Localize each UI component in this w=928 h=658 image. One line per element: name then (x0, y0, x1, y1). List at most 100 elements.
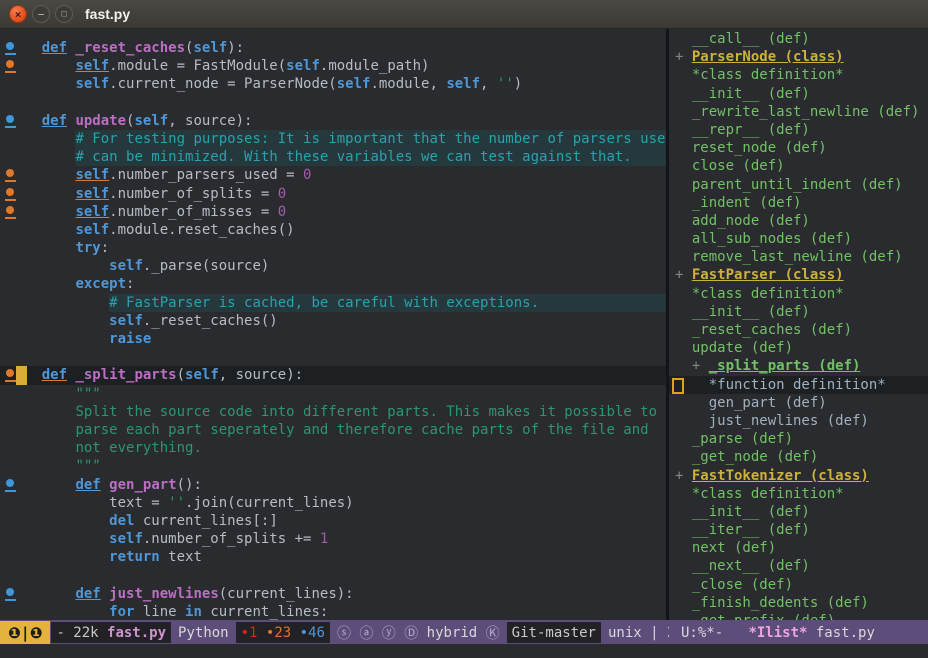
code-line[interactable]: def _reset_caches(self): (0, 39, 666, 57)
imenu-entry[interactable]: *class definition* (669, 485, 928, 503)
imenu-entry[interactable]: remove_last_newline (def) (669, 248, 928, 266)
imenu-entry[interactable]: all_sub_nodes (def) (669, 230, 928, 248)
imenu-entry[interactable]: + FastParser (class) (669, 266, 928, 284)
imenu-entry[interactable]: _get_prefix (def) (669, 612, 928, 620)
imenu-entry[interactable]: + _split_parts (def) (669, 357, 928, 375)
code-token: (current_lines): (219, 585, 354, 603)
imenu-entry[interactable]: __init__ (def) (669, 85, 928, 103)
imenu-entry[interactable]: reset_node (def) (669, 139, 928, 157)
imenu-entry[interactable]: *class definition* (669, 285, 928, 303)
code-line[interactable]: def update(self, source): (0, 112, 666, 130)
window-title: fast.py (85, 6, 130, 22)
imenu-entry[interactable]: just_newlines (def) (669, 412, 928, 430)
imenu-entry[interactable]: *class definition* (669, 66, 928, 84)
code-line[interactable] (0, 348, 666, 366)
code-token: (): (177, 476, 202, 494)
code-token: .number_of_splits += (143, 530, 320, 548)
code-token: def (42, 366, 67, 384)
code-line[interactable]: """ (0, 457, 666, 475)
code-line[interactable]: # For testing purposes: It is important … (0, 130, 666, 148)
code-line[interactable] (0, 94, 666, 112)
imenu-entry[interactable]: + FastTokenizer (class) (669, 467, 928, 485)
code-token: .module, (370, 75, 446, 93)
code-editor[interactable]: def _reset_caches(self): self.module = F… (0, 29, 666, 620)
imenu-entry[interactable]: __init__ (def) (669, 503, 928, 521)
imenu-entry[interactable]: _get_node (def) (669, 448, 928, 466)
imenu-entry[interactable]: __next__ (def) (669, 557, 928, 575)
code-token (8, 239, 75, 257)
imenu-entry[interactable]: parent_until_indent (def) (669, 176, 928, 194)
code-token: .number_parsers_used = (109, 166, 303, 184)
imenu-entry[interactable]: update (def) (669, 339, 928, 357)
maximize-button[interactable]: □ (55, 5, 73, 23)
code-token (8, 403, 75, 421)
buffer-info-segment[interactable]: - 22k fast.py (50, 621, 172, 644)
code-token: 1 (320, 530, 328, 548)
code-line[interactable]: self.number_of_misses = 0 (0, 203, 666, 221)
code-line[interactable]: self._parse(source) (0, 257, 666, 275)
imenu-entry[interactable]: _finish_dedents (def) (669, 594, 928, 612)
window-numbers-segment[interactable]: ❶|❶ (0, 621, 50, 644)
code-token: '' (168, 494, 185, 512)
code-line[interactable]: def just_newlines(current_lines): (0, 585, 666, 603)
code-line[interactable]: try: (0, 239, 666, 257)
imenu-entry[interactable]: __iter__ (def) (669, 521, 928, 539)
imenu-entry[interactable]: gen_part (def) (669, 394, 928, 412)
imenu-entry[interactable]: add_node (def) (669, 212, 928, 230)
code-line[interactable] (0, 566, 666, 584)
imenu-entry[interactable]: _reset_caches (def) (669, 321, 928, 339)
imenu-entry[interactable]: *function definition* (669, 376, 928, 394)
code-line[interactable]: self.module.reset_caches() (0, 221, 666, 239)
code-line[interactable]: not everything. (0, 439, 666, 457)
imenu-entry[interactable]: _close (def) (669, 576, 928, 594)
code-token: .number_of_splits = (109, 185, 278, 203)
imenu-entry[interactable]: next (def) (669, 539, 928, 557)
code-token (8, 476, 75, 494)
code-line[interactable]: self.current_node = ParserNode(self.modu… (0, 75, 666, 93)
minor-modes-segment[interactable]: ⓢ ⓐ ⓨ Ⓓ hybrid Ⓚ (331, 621, 506, 644)
code-line[interactable]: self.number_of_splits = 0 (0, 185, 666, 203)
code-token (101, 585, 109, 603)
code-line[interactable]: return text (0, 548, 666, 566)
code-line[interactable]: del current_lines[:] (0, 512, 666, 530)
code-line[interactable]: except: (0, 275, 666, 293)
code-line[interactable]: parse each part seperately and therefore… (0, 421, 666, 439)
code-line[interactable]: self.number_parsers_used = 0 (0, 166, 666, 184)
code-token: """ (75, 385, 100, 403)
imenu-entry-label: update (def) (692, 340, 793, 356)
git-branch-segment[interactable]: Git-master (506, 621, 602, 644)
code-line[interactable]: def gen_part(): (0, 476, 666, 494)
code-line[interactable]: raise (0, 330, 666, 348)
code-line[interactable]: # can be minimized. With these variables… (0, 148, 666, 166)
imenu-entry[interactable]: close (def) (669, 157, 928, 175)
code-line[interactable]: Split the source code into different par… (0, 403, 666, 421)
imenu-entry[interactable]: __init__ (def) (669, 303, 928, 321)
code-token: _split_parts (75, 366, 176, 384)
major-mode-segment[interactable]: Python (172, 621, 235, 644)
imenu-entry[interactable]: _indent (def) (669, 194, 928, 212)
code-line[interactable]: for line in current_lines: (0, 603, 666, 620)
minimize-button[interactable]: − (32, 5, 50, 23)
code-line[interactable]: self._reset_caches() (0, 312, 666, 330)
imenu-entry[interactable]: __call__ (def) (669, 30, 928, 48)
encoding-segment[interactable]: unix | 2 (602, 621, 669, 644)
flycheck-segment[interactable]: •1 •23 •46 (235, 621, 331, 644)
code-line[interactable]: def _split_parts(self, source): (0, 366, 666, 384)
code-line[interactable]: self.number_of_splits += 1 (0, 530, 666, 548)
imenu-entry[interactable]: + ParserNode (class) (669, 48, 928, 66)
code-line[interactable]: self.module = FastModule(self.module_pat… (0, 57, 666, 75)
imenu-entry-label: __iter__ (def) (692, 522, 810, 538)
close-button[interactable]: × (9, 5, 27, 23)
imenu-entry[interactable]: _parse (def) (669, 430, 928, 448)
code-line[interactable]: # FastParser is cached, be careful with … (0, 294, 666, 312)
code-token: current_lines: (202, 603, 328, 620)
code-token: .module = FastModule( (109, 57, 286, 75)
imenu-entry[interactable]: _rewrite_last_newline (def) (669, 103, 928, 121)
code-line[interactable]: """ (0, 385, 666, 403)
code-line[interactable]: text = ''.join(current_lines) (0, 494, 666, 512)
imenu-list-sidebar[interactable]: __call__ (def)+ ParserNode (class) *clas… (669, 29, 928, 620)
code-token (8, 75, 75, 93)
ilist-modeline[interactable]: U:%*- *Ilist* fast.py (669, 621, 928, 644)
code-token (8, 330, 109, 348)
imenu-entry[interactable]: __repr__ (def) (669, 121, 928, 139)
